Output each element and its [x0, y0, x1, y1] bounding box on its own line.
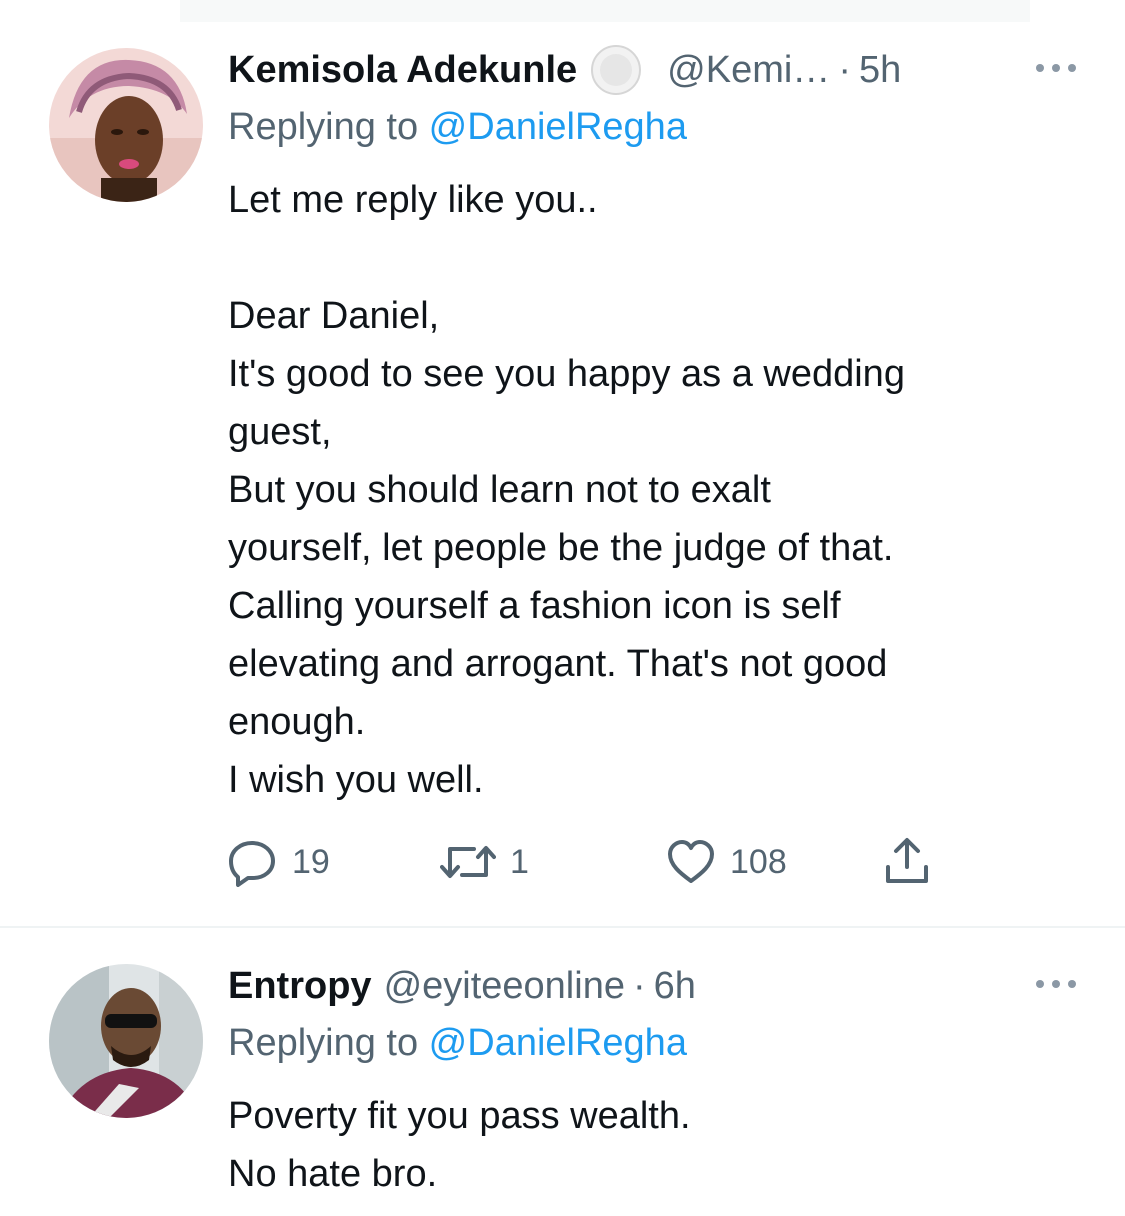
tweet-card[interactable]: Entropy @eyiteeonline · 6h Replying to @…	[0, 928, 1125, 1216]
tweet-line: yourself, let people be the judge of tha…	[228, 527, 894, 569]
retweet-icon	[440, 837, 496, 887]
verified-badge-icon	[589, 43, 643, 97]
tweet-line: Calling yourself a fashion icon is self	[228, 585, 841, 627]
tweet-line: But you should learn not to exalt	[228, 469, 771, 511]
share-icon	[884, 837, 930, 887]
reply-count: 19	[292, 842, 330, 881]
retweet-button[interactable]: 1	[440, 836, 529, 888]
reply-button[interactable]: 19	[228, 836, 330, 888]
avatar[interactable]	[49, 964, 203, 1118]
tweet-header: Entropy @eyiteeonline · 6h	[228, 962, 1078, 1010]
retweet-count: 1	[510, 842, 529, 881]
timestamp[interactable]: 6h	[654, 962, 696, 1010]
like-count: 108	[730, 842, 787, 881]
tweet-line: It's good to see you happy as a wedding	[228, 353, 905, 395]
replying-prefix: Replying to	[228, 1022, 429, 1064]
tweet-line: I wish you well.	[228, 759, 484, 801]
tweet-card[interactable]: Kemisola Adekunle @Kemi… · 5h Replying t…	[0, 0, 1125, 925]
tweet-header: Kemisola Adekunle @Kemi… · 5h	[228, 43, 1078, 97]
tweet-text: Let me reply like you.. Dear Daniel, It'…	[228, 171, 1078, 809]
timestamp[interactable]: 5h	[859, 46, 901, 94]
replying-to: Replying to @DanielRegha	[228, 103, 1078, 151]
separator-dot: ·	[838, 49, 851, 91]
display-name[interactable]: Kemisola Adekunle	[228, 46, 577, 94]
mention-link[interactable]: @DanielRegha	[429, 106, 687, 148]
tweet-line: No hate bro.	[228, 1153, 438, 1195]
heart-icon	[666, 837, 716, 887]
more-options-icon[interactable]	[1034, 962, 1078, 1010]
tweet-line: Poverty fit you pass wealth.	[228, 1095, 691, 1137]
user-handle[interactable]: @Kemi…	[667, 46, 830, 94]
mention-link[interactable]: @DanielRegha	[429, 1022, 687, 1064]
reply-icon	[228, 837, 278, 887]
avatar[interactable]	[49, 48, 203, 202]
more-options-icon[interactable]	[1034, 46, 1078, 94]
replying-to: Replying to @DanielRegha	[228, 1019, 1078, 1067]
share-button[interactable]	[884, 836, 930, 888]
tweet-line: guest,	[228, 411, 332, 453]
display-name[interactable]: Entropy	[228, 962, 372, 1010]
tweet-actions: 19 1 108	[228, 836, 948, 888]
like-button[interactable]: 108	[666, 836, 787, 888]
tweet-line: elevating and arrogant. That's not good	[228, 643, 888, 685]
replying-prefix: Replying to	[228, 106, 429, 148]
separator-dot: ·	[632, 965, 646, 1007]
user-handle[interactable]: @eyiteeonline	[384, 962, 625, 1010]
tweet-line	[228, 229, 1078, 287]
tweet-line: enough.	[228, 701, 366, 743]
tweet-line: Dear Daniel,	[228, 295, 440, 337]
tweet-line: Let me reply like you..	[228, 179, 598, 221]
tweet-text: Poverty fit you pass wealth. No hate bro…	[228, 1087, 1078, 1203]
